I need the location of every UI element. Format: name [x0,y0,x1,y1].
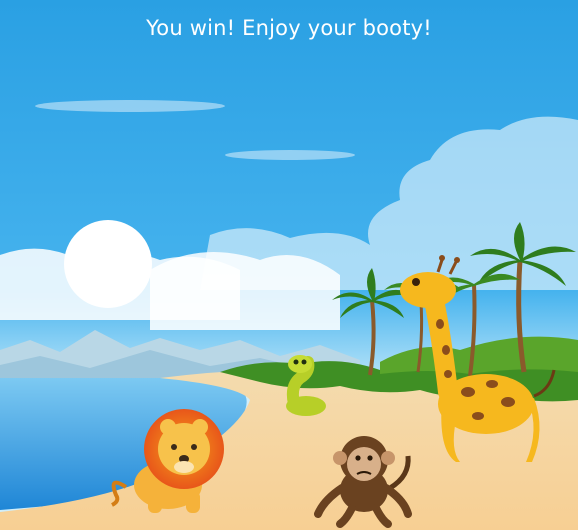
game-stage: You win! Enjoy your booty! [0,0,578,530]
sun [64,220,152,308]
beach-scene [0,0,578,530]
win-message: You win! Enjoy your booty! [146,16,432,40]
